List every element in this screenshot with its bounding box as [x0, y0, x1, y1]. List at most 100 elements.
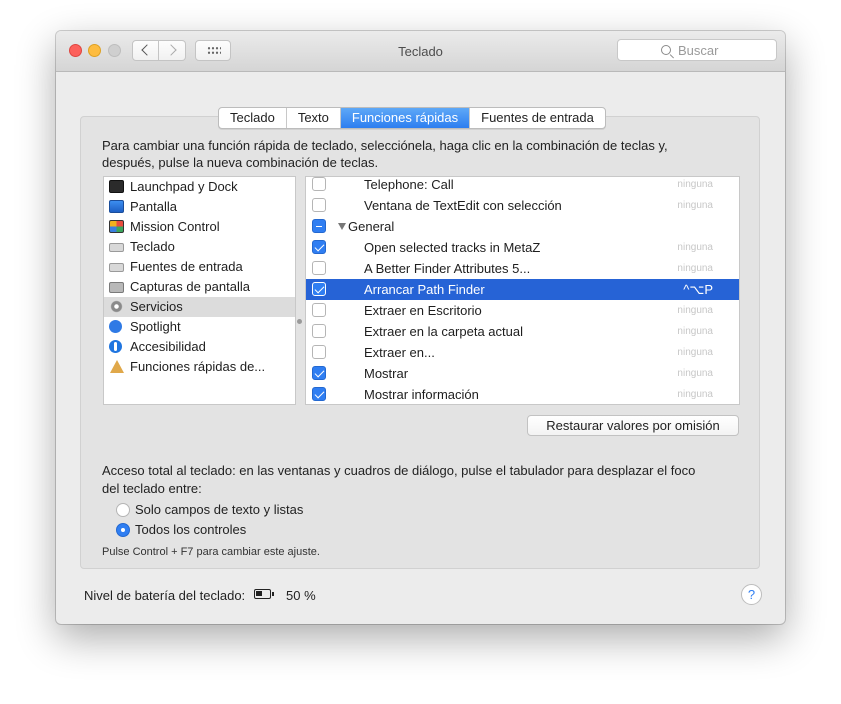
shortcut-checkbox[interactable]	[312, 303, 326, 317]
shortcut-keys[interactable]: ninguna	[677, 300, 713, 321]
keyboard-icon	[109, 263, 124, 272]
keyboard-icon	[109, 243, 124, 252]
battery-value: 50 %	[286, 588, 316, 603]
category-item-spotlight[interactable]: Spotlight	[104, 317, 295, 337]
category-item-capturas-de-pantalla[interactable]: Capturas de pantalla	[104, 277, 295, 297]
shortcut-checkbox[interactable]	[312, 387, 326, 401]
shortcut-checkbox[interactable]	[312, 345, 326, 359]
shortcut-checkbox[interactable]	[312, 366, 326, 380]
tab-teclado[interactable]: Teclado	[219, 108, 287, 128]
category-label: Spotlight	[130, 319, 181, 334]
shortcut-row[interactable]: Ventana de TextEdit con selección ninguna	[306, 195, 739, 216]
radio-label[interactable]: Todos los controles	[135, 522, 246, 537]
radio-all-controls[interactable]	[116, 523, 130, 537]
search-icon	[661, 45, 671, 55]
title-bar: Teclado Buscar	[56, 31, 785, 72]
category-item-mission-control[interactable]: Mission Control	[104, 217, 295, 237]
shortcut-checkbox[interactable]	[312, 177, 326, 191]
shortcut-list: Telephone: Call ninguna Ventana de TextEd…	[305, 176, 740, 405]
shortcut-keys[interactable]: ninguna	[677, 258, 713, 279]
keyboard-preferences-window: Teclado Buscar Teclado Texto Funciones r…	[56, 31, 785, 624]
shortcut-row[interactable]: Open selected tracks in MetaZ ninguna	[306, 237, 739, 258]
app-shortcuts-icon	[109, 360, 124, 373]
shortcut-label: Mostrar información	[364, 387, 479, 402]
radio-text-fields-lists[interactable]	[116, 503, 130, 517]
group-label: General	[348, 219, 395, 234]
category-label: Teclado	[130, 239, 175, 254]
group-checkbox[interactable]	[312, 219, 326, 233]
shortcut-checkbox[interactable]	[312, 261, 326, 275]
shortcut-row[interactable]: Extraer en Escritorio ninguna	[306, 300, 739, 321]
disclosure-triangle-icon[interactable]	[338, 223, 346, 230]
shortcut-checkbox[interactable]	[312, 240, 326, 254]
intro-text-line1: Para cambiar una función rápida de tecla…	[102, 138, 668, 153]
category-label: Servicios	[130, 299, 183, 314]
shortcut-keys[interactable]: ninguna	[677, 363, 713, 384]
camera-icon	[109, 282, 124, 293]
help-button[interactable]: ?	[741, 584, 762, 605]
hint-text: Pulse Control + F7 para cambiar este aju…	[102, 546, 320, 558]
search-field[interactable]: Buscar	[617, 39, 777, 61]
shortcut-row[interactable]: Extraer en... ninguna	[306, 342, 739, 363]
shortcut-label: Extraer en...	[364, 345, 435, 360]
shortcut-label: Ventana de TextEdit con selección	[364, 198, 562, 213]
category-item-funciones-rapidas-de-apps[interactable]: Funciones rápidas de...	[104, 357, 295, 377]
shortcut-keys[interactable]: ninguna	[677, 177, 713, 195]
intro-text-line2: después, pulse la nueva combinación de t…	[102, 155, 379, 170]
category-list: Launchpad y Dock Pantalla Mission Contro…	[103, 176, 296, 405]
category-label: Capturas de pantalla	[130, 279, 250, 294]
shortcut-keys[interactable]: ninguna	[677, 195, 713, 216]
tab-texto[interactable]: Texto	[287, 108, 341, 128]
shortcut-label: A Better Finder Attributes 5...	[364, 261, 531, 276]
tab-bar: Teclado Texto Funciones rápidas Fuentes …	[218, 107, 606, 129]
radio-label[interactable]: Solo campos de texto y listas	[135, 502, 303, 517]
shortcut-row[interactable]: Mostrar ninguna	[306, 363, 739, 384]
shortcut-row[interactable]: A Better Finder Attributes 5... ninguna	[306, 258, 739, 279]
shortcut-keys[interactable]: ^⌥P	[683, 279, 713, 300]
shortcut-label: Telephone: Call	[364, 177, 454, 192]
tab-fuentes-de-entrada[interactable]: Fuentes de entrada	[470, 108, 605, 128]
shortcut-keys[interactable]: ninguna	[677, 237, 713, 258]
battery-fill	[256, 591, 262, 596]
category-label: Fuentes de entrada	[130, 259, 243, 274]
shortcut-keys[interactable]: ninguna	[677, 342, 713, 363]
splitter-handle[interactable]	[297, 319, 302, 324]
tab-funciones-rapidas[interactable]: Funciones rápidas	[340, 108, 471, 128]
category-item-teclado[interactable]: Teclado	[104, 237, 295, 257]
shortcut-keys[interactable]: ninguna	[677, 384, 713, 404]
shortcut-label: Arrancar Path Finder	[364, 282, 485, 297]
category-item-accesibilidad[interactable]: Accesibilidad	[104, 337, 295, 357]
launchpad-icon	[109, 180, 124, 193]
spotlight-icon	[109, 320, 122, 333]
accessibility-icon	[109, 340, 122, 353]
shortcut-label: Extraer en Escritorio	[364, 303, 482, 318]
category-label: Pantalla	[130, 199, 177, 214]
shortcut-checkbox[interactable]	[312, 324, 326, 338]
category-item-launchpad-dock[interactable]: Launchpad y Dock	[104, 177, 295, 197]
shortcut-row[interactable]: Telephone: Call ninguna	[306, 177, 739, 195]
shortcut-checkbox[interactable]	[312, 198, 326, 212]
category-label: Mission Control	[130, 219, 220, 234]
shortcut-keys[interactable]: ninguna	[677, 321, 713, 342]
shortcut-row[interactable]: Extraer en la carpeta actual ninguna	[306, 321, 739, 342]
shortcut-label: Mostrar	[364, 366, 409, 381]
keyboard-access-text-line1: Acceso total al teclado: en las ventanas…	[102, 463, 696, 478]
restore-defaults-button[interactable]: Restaurar valores por omisión	[527, 415, 739, 436]
gear-icon	[109, 300, 124, 313]
shortcut-row[interactable]: Mostrar información ninguna	[306, 384, 739, 404]
mission-control-icon	[109, 220, 124, 233]
category-item-servicios[interactable]: Servicios	[104, 297, 295, 317]
category-item-pantalla[interactable]: Pantalla	[104, 197, 295, 217]
shortcut-group-row[interactable]: General	[306, 216, 739, 237]
category-label: Accesibilidad	[130, 339, 206, 354]
category-item-fuentes-de-entrada[interactable]: Fuentes de entrada	[104, 257, 295, 277]
keyboard-access-text-line2: del teclado entre:	[102, 481, 202, 496]
search-placeholder: Buscar	[678, 43, 719, 58]
shortcut-row-selected[interactable]: Arrancar Path Finder ^⌥P	[306, 279, 739, 300]
shortcut-label: Extraer en la carpeta actual	[364, 324, 523, 339]
shortcut-label: Open selected tracks in MetaZ	[364, 240, 541, 255]
category-label: Funciones rápidas de...	[130, 359, 266, 374]
battery-label: Nivel de batería del teclado:	[84, 588, 246, 603]
shortcut-checkbox[interactable]	[312, 282, 326, 296]
battery-icon	[254, 589, 274, 599]
